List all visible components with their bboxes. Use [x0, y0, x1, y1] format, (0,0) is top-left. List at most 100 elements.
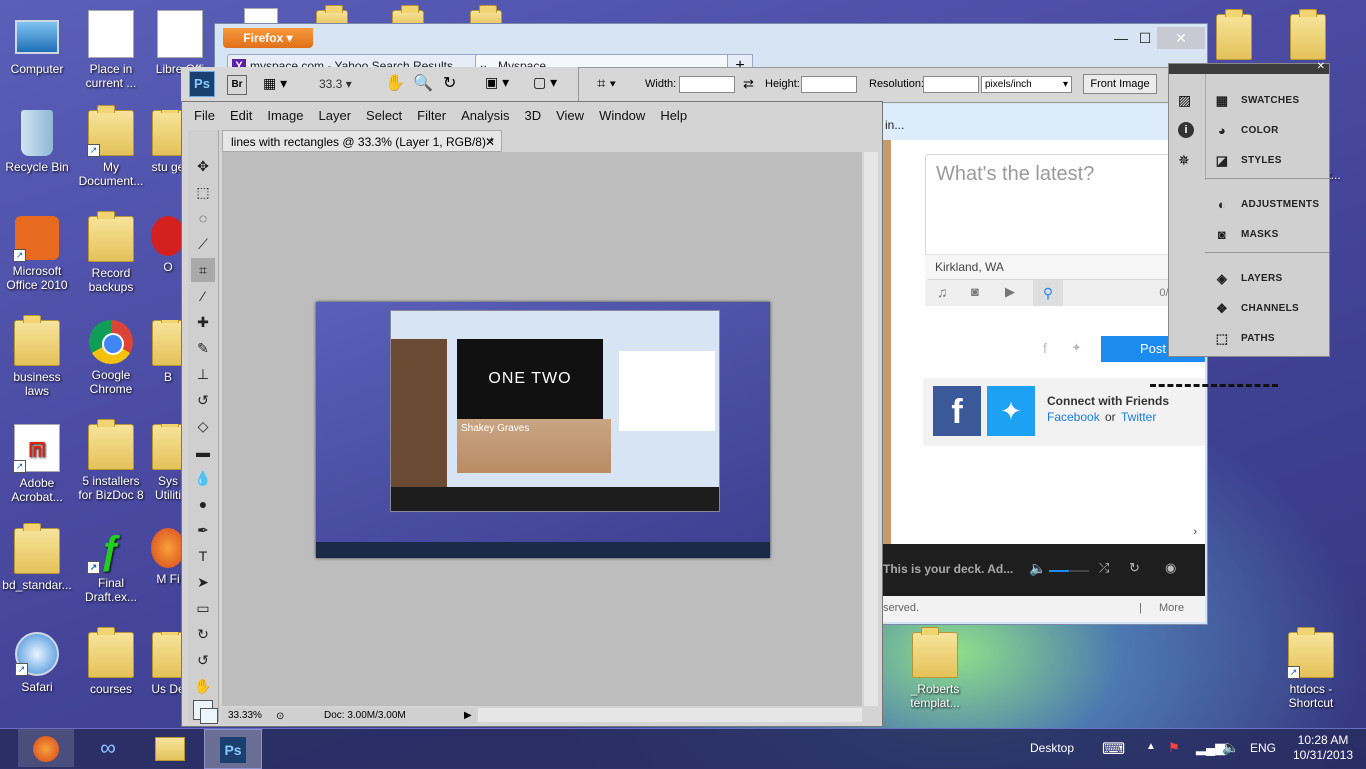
navigator-icon[interactable]: ▨ [1178, 92, 1191, 109]
panel-layers[interactable]: ◈ LAYERS [1205, 264, 1327, 294]
menu-window[interactable]: Window [599, 108, 645, 123]
marquee-tool-icon[interactable]: ⬚ [191, 180, 215, 204]
panel-adjustments[interactable]: ◐ ADJUSTMENTS [1205, 190, 1327, 220]
connect-facebook-link[interactable]: Facebook [1047, 410, 1100, 424]
shape-tool-icon[interactable]: ▭ [191, 596, 215, 620]
type-tool-icon[interactable]: T [191, 544, 215, 568]
width-input[interactable] [679, 76, 735, 93]
twitter-share-icon[interactable]: ✦ [1071, 340, 1082, 356]
height-input[interactable] [801, 76, 857, 93]
document-tab[interactable]: lines with rectangles @ 33.3% (Layer 1, … [222, 130, 502, 152]
volume-icon[interactable]: 🔈 [1222, 739, 1239, 756]
connect-icon[interactable]: ◉ [1165, 560, 1176, 576]
clock[interactable]: 10:28 AM 10/31/2013 [1290, 733, 1356, 763]
desktop-icon-place[interactable]: Place in current ... [74, 10, 148, 90]
healing-brush-tool-icon[interactable]: ✚ [191, 310, 215, 334]
eyedropper-tool-icon[interactable]: ⁄ [191, 284, 215, 308]
status-zoom[interactable]: 33.33% [228, 708, 262, 724]
desktop-icon-roberts-templates[interactable]: _Roberts templat... [898, 627, 972, 710]
dodge-tool-icon[interactable]: ● [191, 492, 215, 516]
menu-layer[interactable]: Layer [319, 108, 352, 123]
camera-icon[interactable]: ◙ [971, 284, 979, 299]
menu-analysis[interactable]: Analysis [461, 108, 509, 123]
desktop-icon-adobe-acrobat[interactable]: ⩎ ↗ Adobe Acrobat... [0, 424, 74, 504]
hand-tool-icon[interactable]: ✋ [191, 674, 215, 698]
document-close-icon[interactable]: ✕ [485, 131, 495, 153]
history-brush-tool-icon[interactable]: ↺ [191, 388, 215, 412]
show-hidden-icons-icon[interactable]: ▲ [1146, 741, 1156, 752]
footer-more-link[interactable]: More [1159, 602, 1184, 614]
status-info-icon[interactable]: ⊙ [276, 709, 284, 725]
language-indicator[interactable]: ENG [1250, 741, 1276, 755]
horizontal-scrollbar[interactable] [478, 708, 862, 722]
music-icon[interactable]: ♫ [937, 284, 948, 300]
canvas-area[interactable]: ONE TWO WATCH Shakey Graves [222, 152, 862, 706]
path-select-tool-icon[interactable]: ➤ [191, 570, 215, 594]
panel-styles[interactable]: ◪ STYLES [1205, 146, 1327, 176]
volume-icon[interactable]: 🔈 [1029, 560, 1046, 577]
desktop-icon-my-documents[interactable]: ↗ My Document... [74, 105, 148, 188]
panel-paths[interactable]: ⬚ PATHS [1205, 324, 1327, 354]
info-icon[interactable]: i [1178, 122, 1194, 138]
firefox-menu-button[interactable]: Firefox ▾ [223, 28, 313, 48]
taskbar-explorer-button[interactable] [142, 729, 198, 767]
menu-select[interactable]: Select [366, 108, 402, 123]
crop-tool-icon[interactable]: ⌗ ▾ [597, 75, 616, 92]
view-extras-icon[interactable]: ▦ ▾ [263, 75, 287, 92]
desktop-icon-safari[interactable]: ↗ Safari [0, 632, 74, 694]
document-canvas[interactable]: ONE TWO WATCH Shakey Graves [316, 302, 770, 558]
facebook-share-icon[interactable]: f [1043, 340, 1047, 356]
swap-dimensions-icon[interactable]: ⇄ [743, 76, 754, 92]
keyboard-icon[interactable]: ⌨ [1102, 739, 1125, 759]
close-button[interactable]: ✕ [1157, 27, 1205, 49]
location-pin-icon[interactable]: ⚲ [1033, 280, 1063, 306]
crop-tool-icon[interactable]: ⌗ [191, 258, 215, 282]
location-row[interactable]: Kirkland, WA ✕ [925, 254, 1201, 279]
menu-file[interactable]: File [194, 108, 215, 123]
gradient-tool-icon[interactable]: ▬ [191, 440, 215, 464]
brush-tool-icon[interactable]: ✎ [191, 336, 215, 360]
connect-twitter-link[interactable]: Twitter [1121, 410, 1156, 424]
desktop-icon-installers[interactable]: 5 installers for BizDoc 8 [74, 419, 148, 502]
panel-swatches[interactable]: ▦ SWATCHES [1205, 86, 1327, 116]
repeat-icon[interactable]: ↻ [1129, 560, 1140, 576]
taskbar-infinity-button[interactable]: ∞ [80, 729, 136, 767]
facebook-icon[interactable]: f [933, 386, 981, 436]
folder-icon[interactable] [1216, 9, 1252, 60]
desktop-icon-google-chrome[interactable]: Google Chrome [74, 320, 148, 396]
action-center-icon[interactable]: ⚑ [1168, 740, 1180, 756]
desktop-icon-office-2010[interactable]: ↗ Microsoft Office 2010 [0, 216, 74, 292]
desktop-icon-final-draft[interactable]: ƒ ↗ Final Draft.ex... [74, 528, 148, 604]
desktop-icon-htdocs[interactable]: ↗ htdocs - Shortcut [1274, 627, 1348, 710]
menu-image[interactable]: Image [267, 108, 303, 123]
panel-channels[interactable]: ❖ CHANNELS [1205, 294, 1327, 324]
panel-color[interactable]: ◕ COLOR [1205, 116, 1327, 146]
panel-dock-close-icon[interactable]: ✕ [1317, 61, 1325, 72]
3d-rotate-tool-icon[interactable]: ↻ [191, 622, 215, 646]
twitter-icon[interactable]: ✦ [987, 386, 1035, 436]
taskbar-photoshop-button[interactable]: Ps [204, 729, 262, 769]
folder-icon[interactable] [1290, 9, 1326, 60]
hand-tool-icon[interactable]: ✋ [385, 73, 405, 93]
front-image-button[interactable]: Front Image [1083, 74, 1157, 94]
menu-3d[interactable]: 3D [524, 108, 541, 123]
volume-slider[interactable] [1049, 570, 1089, 572]
panel-masks[interactable]: ◙ MASKS [1205, 220, 1327, 250]
desktop-toolbar-label[interactable]: Desktop [1030, 741, 1074, 755]
quick-select-tool-icon[interactable]: ⟋ [191, 232, 215, 256]
resolution-input[interactable] [923, 76, 979, 93]
desktop-icon-record-backups[interactable]: Record backups [74, 211, 148, 294]
zoom-tool-icon[interactable]: 🔍 [413, 73, 433, 93]
background-color-swatch[interactable] [200, 708, 218, 724]
desktop-icon-computer[interactable]: Computer [0, 14, 74, 76]
menu-view[interactable]: View [556, 108, 584, 123]
histogram-icon[interactable]: ✵ [1178, 152, 1190, 169]
scroll-right-icon[interactable]: › [1193, 526, 1197, 538]
bridge-button[interactable]: Br [227, 75, 247, 95]
blur-tool-icon[interactable]: 💧 [191, 466, 215, 490]
network-icon[interactable]: ▂▄▆ [1196, 740, 1225, 756]
taskbar-firefox-button[interactable] [18, 729, 74, 767]
desktop-icon-recycle-bin[interactable]: Recycle Bin [0, 110, 74, 174]
screen-mode-icon[interactable]: ▢ ▾ [533, 74, 557, 91]
desktop-icon-business-laws[interactable]: business laws [0, 315, 74, 398]
